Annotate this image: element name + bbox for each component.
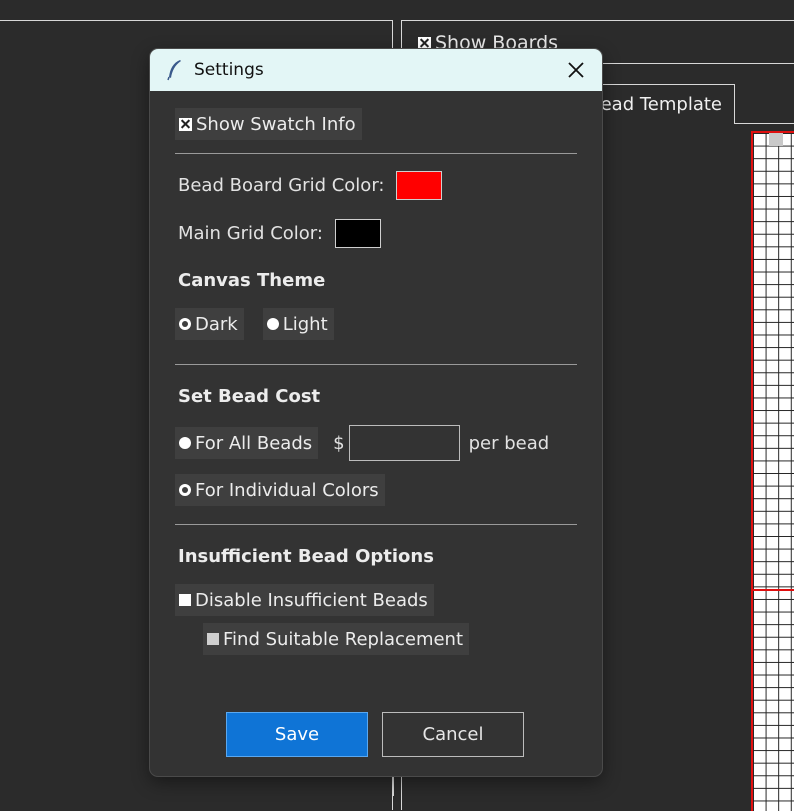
main-grid-color-label: Main Grid Color: (178, 223, 323, 244)
main-grid-color-swatch[interactable] (334, 219, 381, 248)
disable-insufficient-beads-label: Disable Insufficient Beads (195, 589, 428, 611)
bead-cost-input[interactable] (348, 425, 460, 461)
divider (393, 776, 394, 796)
bead-board-grid-color-swatch[interactable] (396, 171, 443, 200)
canvas-theme-heading: Canvas Theme (178, 270, 326, 291)
checked-box-icon (418, 36, 431, 50)
set-bead-cost-heading: Set Bead Cost (178, 386, 321, 407)
insufficient-bead-options-heading: Insufficient Bead Options (178, 546, 434, 567)
radio-selected-icon (266, 318, 279, 330)
theme-light-radio[interactable]: Light (262, 308, 334, 340)
radio-unselected-icon (179, 484, 191, 496)
dialog-titlebar: Settings (150, 49, 602, 91)
cancel-label: Cancel (422, 724, 484, 745)
theme-dark-radio[interactable]: Dark (175, 308, 244, 340)
bead-board-grid-color-label: Bead Board Grid Color: (178, 175, 385, 196)
for-individual-colors-label: For Individual Colors (195, 479, 379, 501)
for-individual-colors-radio[interactable]: For Individual Colors (175, 474, 385, 506)
show-swatch-info-label: Show Swatch Info (196, 113, 356, 135)
for-all-beads-radio[interactable]: For All Beads (175, 427, 319, 459)
find-suitable-replacement-checkbox[interactable]: Find Suitable Replacement (203, 623, 470, 655)
checked-box-icon (179, 117, 192, 131)
divider (175, 153, 577, 154)
radio-selected-icon (179, 437, 191, 449)
close-icon (568, 62, 584, 78)
per-bead-label: per bead (468, 432, 550, 454)
tab-underline (734, 123, 794, 124)
find-suitable-replacement-label: Find Suitable Replacement (223, 628, 464, 650)
close-button[interactable] (564, 58, 588, 82)
dialog-title: Settings (194, 60, 264, 80)
theme-dark-label: Dark (195, 313, 238, 335)
checkbox-icon (179, 594, 191, 606)
save-button[interactable]: Save (226, 712, 368, 757)
theme-light-label: Light (282, 313, 328, 335)
for-all-beads-label: For All Beads (195, 432, 313, 454)
show-swatch-info-checkbox[interactable]: Show Swatch Info (175, 108, 362, 140)
cancel-button[interactable]: Cancel (382, 712, 524, 757)
tab-label: ead Template (600, 94, 722, 115)
disable-insufficient-beads-checkbox[interactable]: Disable Insufficient Beads (175, 584, 434, 616)
divider (175, 524, 577, 525)
currency-symbol: $ (333, 432, 345, 454)
grid-selected-cell (769, 133, 783, 146)
bead-grid-canvas[interactable] (751, 131, 794, 811)
checkbox-disabled-icon (207, 633, 219, 645)
settings-dialog: Settings Show Swatch Info Bead Board Gri… (150, 49, 602, 776)
board-boundary-line (751, 589, 794, 591)
feather-icon (167, 60, 181, 81)
save-label: Save (274, 724, 320, 745)
divider (175, 364, 577, 365)
radio-unselected-icon (179, 318, 191, 330)
